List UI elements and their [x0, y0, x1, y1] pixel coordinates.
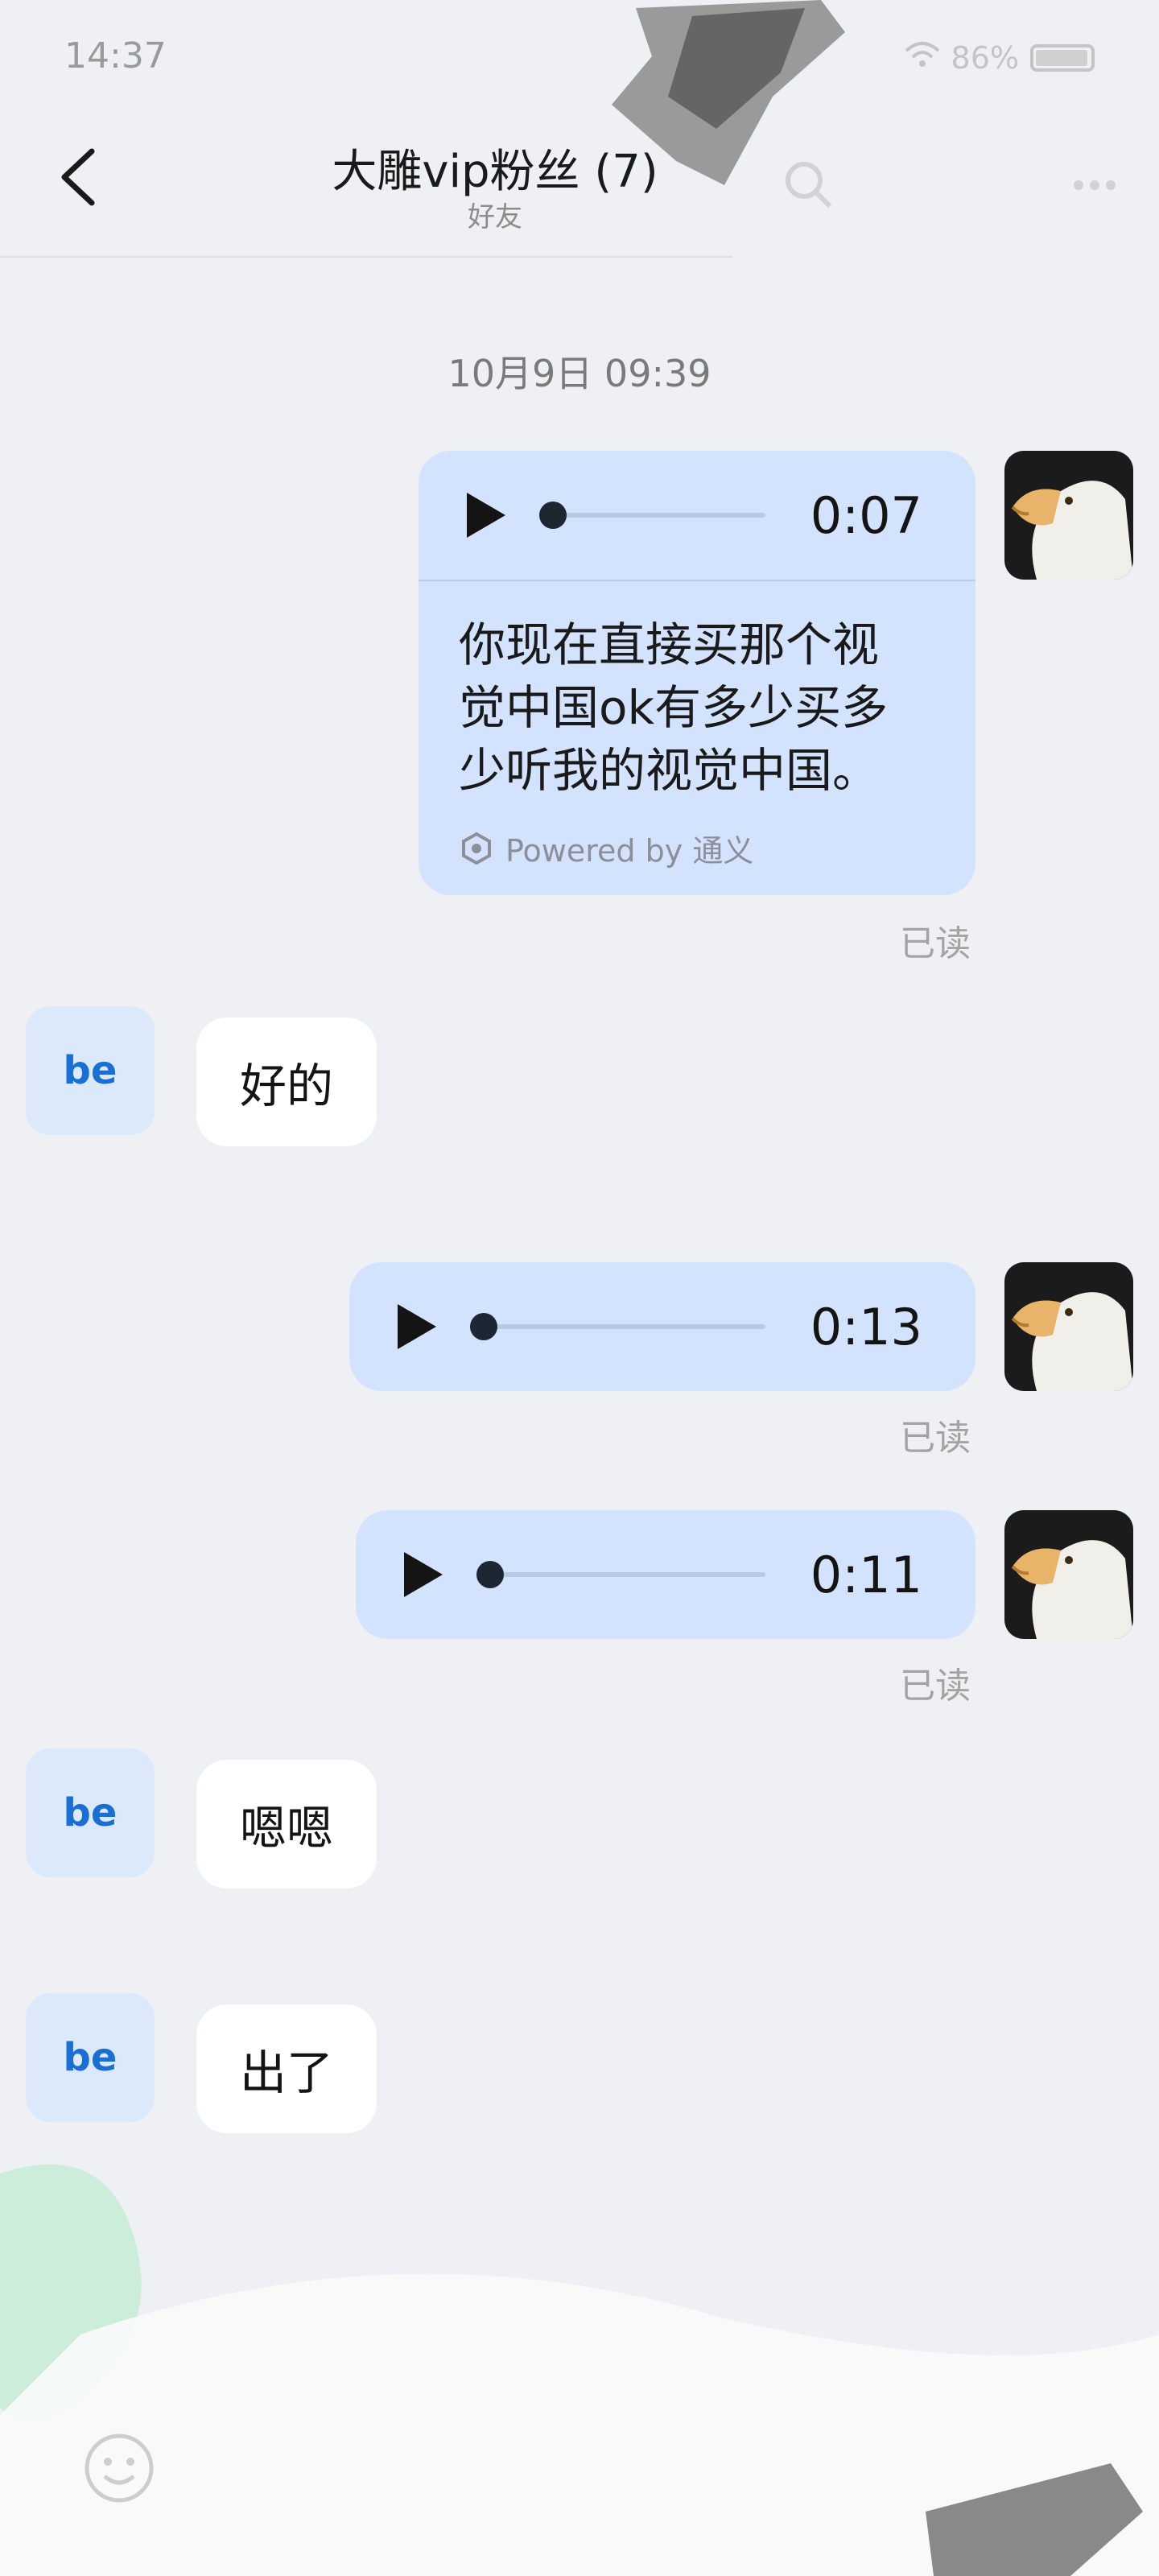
transcript-line: 觉中国ok有多少买多 — [459, 680, 889, 735]
eagle-avatar-icon — [1004, 1262, 1133, 1391]
header-divider — [0, 256, 732, 258]
battery-percent: 86% — [951, 40, 1019, 76]
avatar[interactable]: be — [26, 1993, 155, 2122]
message-timestamp: 10月9日 09:39 — [448, 352, 711, 395]
voice-message-bubble[interactable]: 0:13 — [349, 1262, 975, 1391]
chat-title: 大雕vip粉丝 (7) — [332, 146, 658, 198]
brush-decoration-green — [0, 2164, 142, 2421]
avatar[interactable] — [1004, 451, 1133, 580]
avatar-label: be — [63, 2035, 118, 2080]
eagle-avatar-icon — [1004, 1510, 1133, 1639]
more-button[interactable] — [1062, 153, 1127, 217]
voice-player: 0:13 — [349, 1262, 975, 1391]
play-icon[interactable] — [404, 1552, 443, 1597]
voice-progress-track[interactable] — [470, 1313, 765, 1340]
status-time: 14:37 — [64, 35, 167, 76]
avatar[interactable]: be — [26, 1006, 155, 1135]
text-message-bubble[interactable]: 好的 — [196, 1018, 377, 1146]
avatar[interactable] — [1004, 1510, 1133, 1639]
text-message-bubble[interactable]: 出了 — [196, 2004, 377, 2133]
play-icon[interactable] — [467, 493, 505, 538]
voice-progress-track[interactable] — [476, 1561, 765, 1588]
more-icon — [1074, 180, 1116, 190]
voice-message-bubble[interactable]: 0:07 你现在直接买那个视 觉中国ok有多少买多 少听我的视觉中国。 Powe… — [419, 451, 975, 895]
battery-icon — [1030, 44, 1095, 72]
message-text: 好的 — [239, 1059, 333, 1113]
message-text: 嗯嗯 — [239, 1801, 333, 1856]
voice-player: 0:07 — [419, 451, 975, 580]
play-icon[interactable] — [398, 1304, 436, 1349]
avatar-label: be — [63, 1048, 118, 1093]
powered-by-label: Powered by 通义 — [505, 833, 754, 869]
avatar-label: be — [63, 1790, 118, 1835]
avatar[interactable]: be — [26, 1748, 155, 1877]
search-icon — [786, 162, 832, 208]
voice-progress-knob[interactable] — [539, 502, 567, 529]
eagle-avatar-icon — [1004, 451, 1133, 580]
voice-duration: 0:07 — [810, 485, 922, 545]
tongyi-logo-icon — [462, 832, 491, 865]
text-message-bubble[interactable]: 嗯嗯 — [196, 1760, 377, 1889]
transcript-line: 少听我的视觉中国。 — [459, 743, 880, 798]
transcript-line: 你现在直接买那个视 — [459, 617, 880, 672]
read-receipt: 已读 — [900, 923, 971, 964]
voice-transcript: 你现在直接买那个视 觉中国ok有多少买多 少听我的视觉中国。 — [419, 580, 975, 802]
voice-duration: 0:13 — [810, 1297, 922, 1356]
emoji-icon — [85, 2434, 154, 2503]
status-indicators: 86% — [905, 40, 1095, 76]
powered-by: Powered by 通义 — [419, 802, 975, 870]
voice-progress-knob[interactable] — [476, 1561, 504, 1588]
voice-message-bubble[interactable]: 0:11 — [356, 1510, 975, 1639]
voice-player: 0:11 — [356, 1510, 975, 1639]
wifi-icon — [905, 40, 940, 76]
read-receipt: 已读 — [900, 1418, 971, 1459]
avatar[interactable] — [1004, 1262, 1133, 1391]
search-button[interactable] — [777, 153, 841, 217]
message-text: 出了 — [239, 2046, 333, 2100]
voice-duration: 0:11 — [810, 1545, 922, 1604]
voice-progress-track[interactable] — [539, 502, 765, 529]
voice-progress-knob[interactable] — [470, 1313, 497, 1340]
chat-subtitle: 好友 — [468, 201, 522, 233]
emoji-button[interactable] — [80, 2429, 158, 2507]
read-receipt: 已读 — [900, 1666, 971, 1707]
brush-decoration-bottom — [0, 2273, 1159, 2576]
